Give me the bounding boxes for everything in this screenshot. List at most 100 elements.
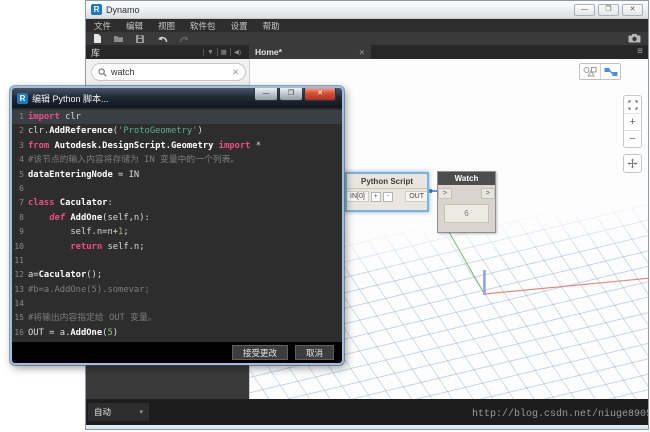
menubar: 文件 编辑 视图 软件包 设置 帮助 xyxy=(86,19,648,32)
run-mode-dropdown[interactable]: 自动 ▾ xyxy=(88,403,149,421)
menu-item-packages[interactable]: 软件包 xyxy=(190,20,216,32)
library-layout-icon[interactable]: ▦ xyxy=(217,48,230,56)
tab-home-label: Home* xyxy=(255,47,282,57)
code-text: dataEnteringNode = IN xyxy=(28,168,139,182)
remove-input-button[interactable]: - xyxy=(383,192,393,202)
code-line[interactable]: 13#b=a.AddOne(5).somevar; xyxy=(12,283,342,297)
code-line[interactable]: 9 self.n=n+1; xyxy=(12,225,342,239)
code-line[interactable]: 10 return self.n; xyxy=(12,240,342,254)
window-title: Dynamo xyxy=(106,5,140,15)
graph-view-button[interactable] xyxy=(600,64,620,79)
dialog-footer: 接受更改 取消 xyxy=(12,342,342,363)
line-number: 11 xyxy=(12,254,28,268)
open-folder-icon[interactable] xyxy=(113,34,124,43)
code-text: from Autodesk.DesignScript.Geometry impo… xyxy=(28,139,261,153)
python-node-title[interactable]: Python Script xyxy=(347,174,427,189)
node-watch[interactable]: Watch > > 6 xyxy=(437,171,496,233)
code-line[interactable]: 8 def AddOne(self,n): xyxy=(12,211,342,225)
code-line[interactable]: 1import clr xyxy=(12,110,342,124)
axis-x-red xyxy=(484,278,648,294)
code-line[interactable]: 2clr.AddReference('ProtoGeometry') xyxy=(12,124,342,138)
code-line[interactable]: 6 xyxy=(12,182,342,196)
zoom-out-button[interactable]: − xyxy=(624,130,641,147)
code-editor[interactable]: 1import clr2clr.AddReference('ProtoGeome… xyxy=(12,108,342,342)
code-line[interactable]: 3from Autodesk.DesignScript.Geometry imp… xyxy=(12,139,342,153)
tab-home[interactable]: Home* ✕ xyxy=(249,45,371,59)
code-line[interactable]: 16OUT = a.AddOne(5) xyxy=(12,326,342,340)
python-in-port[interactable]: IN[0] xyxy=(347,191,369,202)
line-number: 9 xyxy=(12,225,28,239)
caret-down-icon: ▾ xyxy=(139,408,143,416)
maximize-button[interactable]: ❐ xyxy=(598,4,619,16)
line-number: 13 xyxy=(12,283,28,297)
line-number: 7 xyxy=(12,196,28,210)
line-number: 2 xyxy=(12,124,28,138)
view-mode-toggle xyxy=(579,63,621,80)
menu-item-edit[interactable]: 编辑 xyxy=(126,20,143,32)
add-input-button[interactable]: + xyxy=(371,192,381,202)
dialog-maximize-button[interactable]: ❐ xyxy=(279,88,303,101)
library-header: 库 ▼ ▦ ◀) xyxy=(86,45,249,59)
undo-icon[interactable] xyxy=(156,34,168,43)
cancel-button[interactable]: 取消 xyxy=(295,345,334,360)
pan-button[interactable] xyxy=(624,155,641,172)
window-bottom-frame xyxy=(86,425,648,430)
save-icon[interactable] xyxy=(135,34,145,44)
run-mode-label: 自动 xyxy=(94,406,111,418)
code-line[interactable]: 11 xyxy=(12,254,342,268)
dialog-close-button[interactable]: ✕ xyxy=(304,88,336,101)
watch-node-title[interactable]: Watch xyxy=(438,172,495,185)
redo-icon[interactable] xyxy=(179,34,191,43)
line-number: 10 xyxy=(12,240,28,254)
line-number: 3 xyxy=(12,139,28,153)
code-line[interactable]: 12a=Caculator(); xyxy=(12,268,342,282)
watch-value: 6 xyxy=(444,204,489,223)
line-number: 14 xyxy=(12,297,28,311)
dialog-title: 编辑 Python 脚本... xyxy=(32,92,109,105)
code-text: def AddOne(self,n): xyxy=(28,211,150,225)
watch-out-port[interactable]: > xyxy=(481,188,495,199)
hamburger-icon[interactable]: ≡ xyxy=(637,47,643,57)
code-line[interactable]: 7class Caculator: xyxy=(12,196,342,210)
watch-in-port[interactable]: > xyxy=(438,188,452,199)
library-header-label: 库 xyxy=(91,46,100,59)
code-text: self.n=n+1; xyxy=(28,225,129,239)
toolbar xyxy=(86,32,648,45)
code-line[interactable]: 5dataEnteringNode = IN xyxy=(12,168,342,182)
dialog-titlebar[interactable]: R 编辑 Python 脚本... — ❐ ✕ xyxy=(12,88,342,108)
camera-export-icon[interactable] xyxy=(628,34,641,43)
line-number: 5 xyxy=(12,168,28,182)
search-input[interactable] xyxy=(111,67,228,77)
geometry-view-button[interactable] xyxy=(580,64,600,79)
dialog-minimize-button[interactable]: — xyxy=(254,88,278,101)
window-titlebar[interactable]: R Dynamo — ❐ ✕ xyxy=(86,1,648,19)
menu-item-file[interactable]: 文件 xyxy=(94,20,111,32)
menu-item-view[interactable]: 视图 xyxy=(158,20,175,32)
accept-changes-button[interactable]: 接受更改 xyxy=(232,345,288,360)
tab-close-icon[interactable]: ✕ xyxy=(359,48,365,57)
node-python-script[interactable]: Python Script IN[0] + - OUT xyxy=(345,172,429,212)
library-filter-icon[interactable]: ▼ xyxy=(203,49,216,56)
tabbar: 库 ▼ ▦ ◀) Home* ✕ ≡ xyxy=(86,45,648,59)
search-box[interactable]: ✕ xyxy=(91,63,246,81)
clear-search-icon[interactable]: ✕ xyxy=(232,67,239,78)
fit-view-button[interactable] xyxy=(624,96,641,113)
code-line[interactable]: 4#该节点的输入内容将存储为 IN 变量中的一个列表。 xyxy=(12,153,342,167)
watermark-text: http://blog.csdn.net/niuge8905 xyxy=(472,409,649,420)
python-out-port[interactable]: OUT xyxy=(405,191,427,202)
new-file-icon[interactable] xyxy=(93,33,102,44)
menu-item-help[interactable]: 帮助 xyxy=(263,20,280,32)
code-line[interactable]: 14 xyxy=(12,297,342,311)
zoom-in-button[interactable]: + xyxy=(624,113,641,130)
dynamo-logo-icon-small: R xyxy=(17,93,28,104)
library-audio-icon[interactable]: ◀) xyxy=(230,48,244,56)
line-number: 4 xyxy=(12,153,28,167)
code-line[interactable]: 15#将输出内容指定给 OUT 变量。 xyxy=(12,311,342,325)
library-search-strip: ✕ xyxy=(86,59,249,86)
menu-item-settings[interactable]: 设置 xyxy=(231,20,248,32)
close-button[interactable]: ✕ xyxy=(622,4,643,16)
line-number: 16 xyxy=(12,326,28,340)
navigation-controls: + − xyxy=(623,95,642,179)
line-number: 15 xyxy=(12,311,28,325)
minimize-button[interactable]: — xyxy=(574,4,595,16)
